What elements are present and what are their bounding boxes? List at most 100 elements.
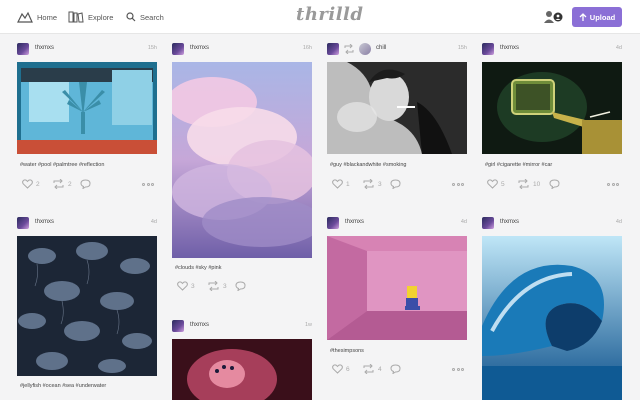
repost-source-avatar[interactable] xyxy=(359,43,371,55)
thrilld-logo[interactable]: thrilld xyxy=(296,4,363,25)
post-image[interactable] xyxy=(17,62,157,154)
post-image[interactable] xyxy=(482,236,622,400)
comment-button[interactable] xyxy=(235,281,246,291)
repost-button[interactable]: 3 xyxy=(362,179,382,189)
avatar[interactable] xyxy=(482,43,494,55)
profile-button[interactable] xyxy=(543,9,565,25)
post-username[interactable]: thxmxs xyxy=(35,219,54,225)
post-tags[interactable]: #thesimpsons xyxy=(330,348,364,354)
repost-button[interactable]: 4 xyxy=(362,364,382,374)
repost-button[interactable]: 10 xyxy=(517,179,540,189)
upload-icon xyxy=(579,12,587,21)
repost-button[interactable]: 2 xyxy=(52,179,72,189)
post-image[interactable] xyxy=(172,62,312,258)
repost-count: 2 xyxy=(68,180,72,188)
post-header: thxmxs 4d xyxy=(482,43,622,55)
more-icon[interactable] xyxy=(452,368,464,371)
like-button[interactable]: 6 xyxy=(332,364,350,374)
avatar[interactable] xyxy=(327,217,339,229)
post-time: 4d xyxy=(615,219,622,225)
nav-home[interactable]: Home xyxy=(17,9,57,25)
nav-search[interactable]: Search xyxy=(126,9,164,25)
post-username[interactable]: thxmxs xyxy=(500,219,519,225)
post-card: thxmxs 16h #clouds #sky #pink 3 3 xyxy=(172,43,312,298)
comment-icon xyxy=(235,281,246,291)
post-username[interactable]: chill xyxy=(376,45,386,51)
like-button[interactable]: 1 xyxy=(332,179,350,189)
post-time: 4d xyxy=(460,219,467,225)
post-actions: 6 4 xyxy=(330,364,464,376)
search-icon xyxy=(126,12,136,22)
heart-icon xyxy=(332,364,343,374)
heart-icon xyxy=(487,179,498,189)
repost-button[interactable]: 3 xyxy=(207,281,227,291)
post-header: thxmxs 1w xyxy=(172,320,312,332)
post-card: thxmxs 15h #water #pool #palmtree #refle… xyxy=(17,43,157,193)
post-username[interactable]: thxmxs xyxy=(190,322,209,328)
post-actions: 2 2 xyxy=(20,179,154,191)
like-count: 2 xyxy=(36,180,40,188)
more-icon[interactable] xyxy=(452,183,464,186)
post-tags[interactable]: #guy #blackandwhite #smoking xyxy=(330,162,406,168)
post-actions: 1 3 xyxy=(330,179,464,191)
repost-icon xyxy=(518,179,529,189)
post-image[interactable] xyxy=(17,236,157,376)
comment-icon xyxy=(80,179,91,189)
repost-indicator-icon xyxy=(344,44,354,54)
post-time: 15h xyxy=(147,45,157,51)
post-time: 15h xyxy=(457,45,467,51)
avatar[interactable] xyxy=(17,43,29,55)
post-username[interactable]: thxmxs xyxy=(35,45,54,51)
comment-button[interactable] xyxy=(80,179,91,189)
post-card: thxmxs 4d #thesimpsons 6 4 xyxy=(327,217,467,377)
like-count: 3 xyxy=(191,282,195,290)
top-navigation-bar: Home Explore Search thrilld Upload xyxy=(0,0,640,34)
like-button[interactable]: 3 xyxy=(177,281,195,291)
post-username[interactable]: thxmxs xyxy=(345,219,364,225)
upload-label: Upload xyxy=(589,12,616,22)
post-header: thxmxs 15h xyxy=(17,43,157,55)
post-card: thxmxs 1w xyxy=(172,320,312,400)
post-image[interactable] xyxy=(327,62,467,154)
post-tags[interactable]: #clouds #sky #pink xyxy=(175,265,221,271)
avatar[interactable] xyxy=(482,217,494,229)
like-button[interactable]: 5 xyxy=(487,179,505,189)
more-icon[interactable] xyxy=(607,183,619,186)
post-header: chill 15h xyxy=(327,43,467,55)
comment-icon xyxy=(390,179,401,189)
post-time: 4d xyxy=(150,219,157,225)
more-icon[interactable] xyxy=(142,183,154,186)
post-username[interactable]: thxmxs xyxy=(500,45,519,51)
like-count: 6 xyxy=(346,365,350,373)
post-tags[interactable]: #girl #cigarette #mirror #car xyxy=(485,162,552,168)
comment-button[interactable] xyxy=(390,364,401,374)
heart-icon xyxy=(22,179,33,189)
nav-home-label: Home xyxy=(37,12,58,22)
nav-explore[interactable]: Explore xyxy=(68,9,113,25)
avatar[interactable] xyxy=(172,320,184,332)
comment-icon xyxy=(390,364,401,374)
repost-count: 10 xyxy=(533,180,541,188)
post-username[interactable]: thxmxs xyxy=(190,45,209,51)
avatar[interactable] xyxy=(17,217,29,229)
post-tags[interactable]: #water #pool #palmtree #reflection xyxy=(20,162,104,168)
avatar[interactable] xyxy=(172,43,184,55)
upload-button[interactable]: Upload xyxy=(572,7,622,27)
repost-count: 3 xyxy=(378,180,382,188)
comment-button[interactable] xyxy=(390,179,401,189)
post-header: thxmxs 4d xyxy=(17,217,157,229)
nav-explore-label: Explore xyxy=(88,12,114,22)
post-image[interactable] xyxy=(172,339,312,400)
post-image[interactable] xyxy=(327,236,467,340)
home-icon xyxy=(17,11,33,23)
avatar[interactable] xyxy=(327,43,339,55)
like-button[interactable]: 2 xyxy=(22,179,40,189)
nav-search-label: Search xyxy=(140,12,164,22)
post-card: thxmxs 4d xyxy=(482,217,622,400)
like-count: 1 xyxy=(346,180,350,188)
repost-icon xyxy=(208,281,219,291)
comment-button[interactable] xyxy=(549,179,560,189)
post-image[interactable] xyxy=(482,62,622,154)
post-actions: 3 3 xyxy=(175,281,309,293)
post-tags[interactable]: #jellyfish #ocean #sea #underwater xyxy=(20,383,106,389)
